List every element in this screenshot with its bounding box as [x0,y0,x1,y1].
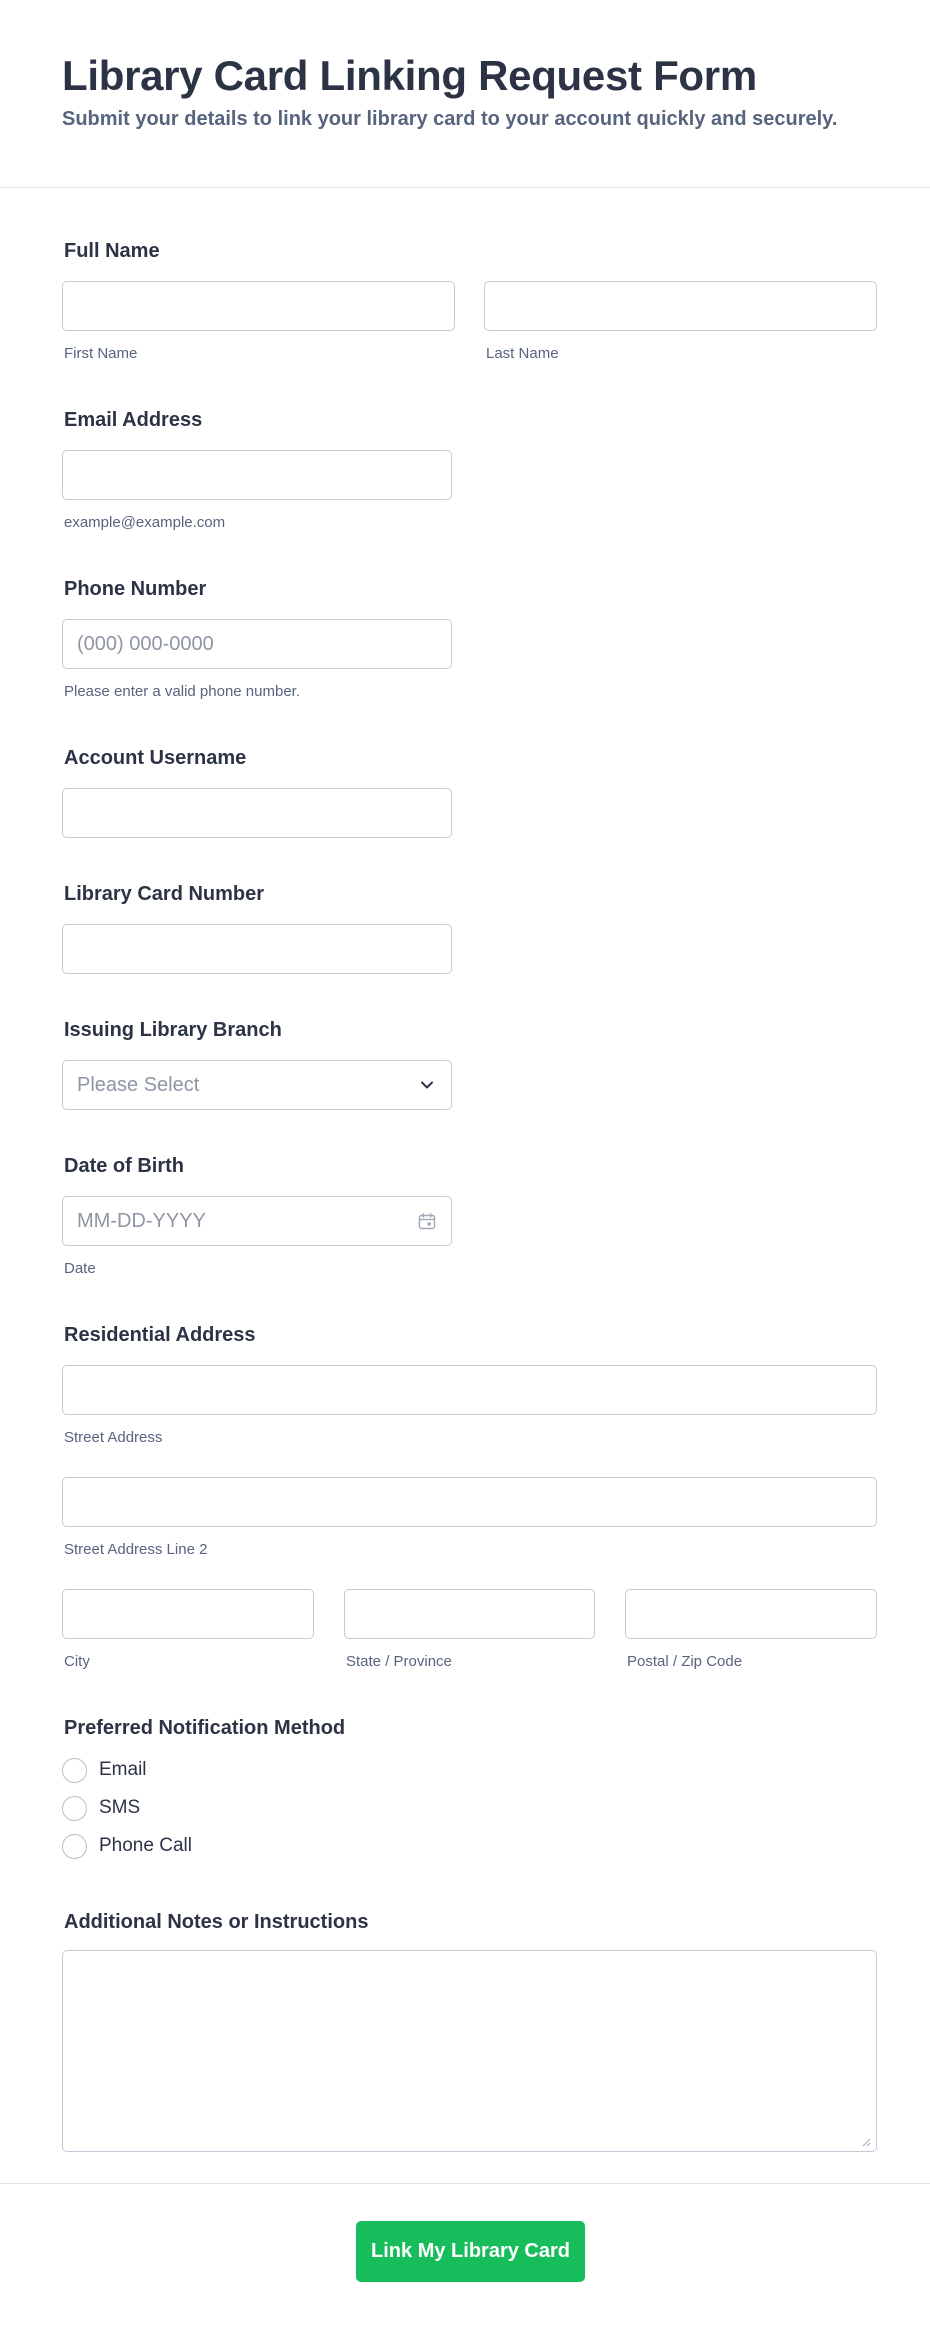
first-name-sublabel: First Name [64,345,138,362]
street-address-sublabel: Street Address [64,1429,163,1446]
submit-button[interactable]: Link My Library Card [356,2221,585,2282]
card-number-label: Library Card Number [64,883,265,905]
last-name-sublabel: Last Name [486,345,559,362]
street-address-line2-input[interactable] [62,1477,877,1527]
radio-button[interactable] [62,1795,87,1821]
zip-input[interactable] [625,1589,877,1639]
radio-label: SMS [99,1797,141,1818]
form-subtitle: Submit your details to link your library… [62,108,838,130]
radio-label: Email [99,1759,147,1780]
branch-label: Issuing Library Branch [64,1019,282,1041]
city-input[interactable] [62,1589,314,1639]
form-header: Library Card Linking Request Form Submit… [0,0,930,188]
dob-input[interactable]: MM-DD-YYYY [62,1196,452,1246]
radio-option-phone-call[interactable]: Phone Call [62,1832,192,1860]
email-input[interactable] [62,450,452,500]
email-sublabel: example@example.com [64,514,226,531]
full-name-label: Full Name [64,240,160,262]
dob-placeholder: MM-DD-YYYY [77,1210,206,1232]
notes-label: Additional Notes or Instructions [64,1911,369,1933]
dob-label: Date of Birth [64,1155,184,1177]
notes-textarea[interactable] [62,1950,877,2152]
email-label: Email Address [64,409,203,431]
username-label: Account Username [64,747,247,769]
city-sublabel: City [64,1653,90,1670]
state-sublabel: State / Province [346,1653,452,1670]
street-address-line2-sublabel: Street Address Line 2 [64,1541,208,1558]
radio-button[interactable] [62,1833,87,1859]
branch-select[interactable]: Please Select [62,1060,452,1110]
street-address-input[interactable] [62,1365,877,1415]
branch-selected-value: Please Select [77,1074,200,1096]
chevron-down-icon [421,1081,433,1089]
phone-sublabel: Please enter a valid phone number. [64,683,300,700]
resize-grip-icon[interactable] [861,2137,871,2147]
state-input[interactable] [344,1589,595,1639]
radio-button[interactable] [62,1757,87,1783]
username-input[interactable] [62,788,452,838]
calendar-icon[interactable] [417,1212,437,1232]
last-name-input[interactable] [484,281,877,331]
zip-sublabel: Postal / Zip Code [627,1653,743,1670]
radio-option-email[interactable]: Email [62,1756,147,1784]
radio-label: Phone Call [99,1835,192,1856]
phone-input[interactable] [62,619,452,669]
card-number-input[interactable] [62,924,452,974]
notification-label: Preferred Notification Method [64,1717,346,1739]
first-name-input[interactable] [62,281,455,331]
radio-option-sms[interactable]: SMS [62,1794,140,1822]
form-title: Library Card Linking Request Form [62,52,757,99]
dob-sublabel: Date [64,1260,96,1277]
phone-label: Phone Number [64,578,207,600]
address-label: Residential Address [64,1324,256,1346]
